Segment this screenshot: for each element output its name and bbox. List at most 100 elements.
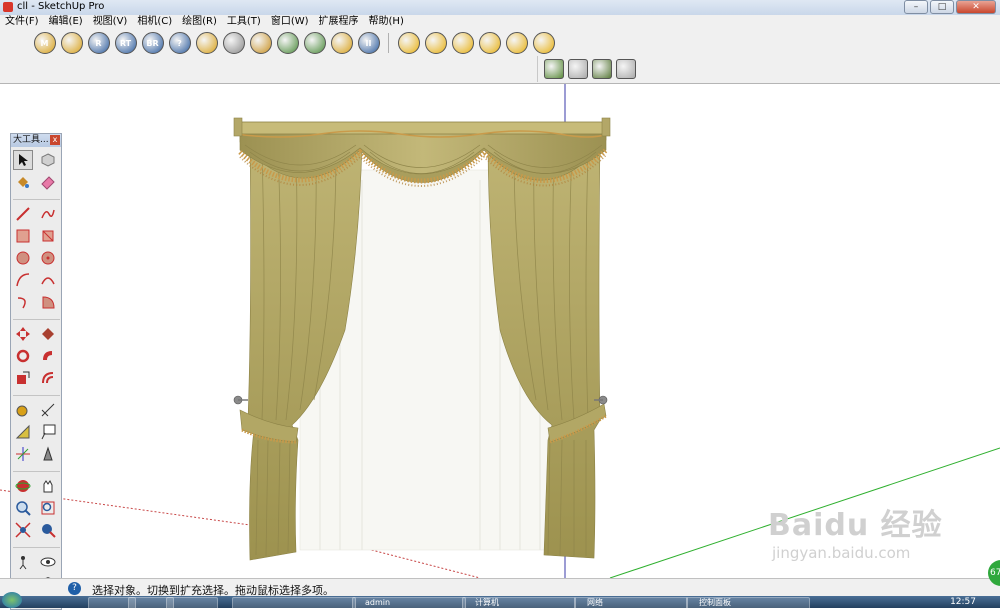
dimension-tool[interactable] bbox=[38, 400, 58, 420]
shadow-button-6[interactable] bbox=[532, 32, 555, 54]
palette-title: 大工具... bbox=[13, 135, 49, 145]
plugin-button-9[interactable] bbox=[249, 32, 272, 54]
plugin-button-3[interactable]: R bbox=[87, 32, 110, 54]
toolbar-area: M R RT BR? II bbox=[0, 29, 1000, 84]
follow-me-tool[interactable] bbox=[38, 346, 58, 366]
shadow-button-4[interactable] bbox=[478, 32, 501, 54]
previous-view-icon bbox=[42, 524, 56, 538]
taskbar-app-2[interactable] bbox=[232, 597, 356, 610]
location-toolbar bbox=[537, 56, 642, 82]
two-point-arc-tool[interactable] bbox=[38, 270, 58, 290]
shadow-button-1[interactable] bbox=[397, 32, 420, 54]
palette-title-bar[interactable]: 大工具... x bbox=[11, 134, 61, 147]
watermark-main: Baidu 经验 bbox=[768, 508, 943, 543]
location-button-4[interactable] bbox=[616, 59, 636, 79]
zoom-extents-tool[interactable] bbox=[13, 520, 33, 540]
line-tool[interactable] bbox=[13, 204, 33, 224]
location-button-3[interactable] bbox=[592, 59, 612, 79]
offset-icon bbox=[42, 372, 54, 384]
eraser-tool[interactable] bbox=[38, 172, 58, 192]
taskbar-admin[interactable]: admin bbox=[352, 597, 466, 610]
scale-tool[interactable] bbox=[13, 368, 33, 388]
plugin-button-5[interactable]: BR bbox=[141, 32, 164, 54]
zoom-window-icon bbox=[41, 501, 55, 515]
location-button-2[interactable] bbox=[568, 59, 588, 79]
plugin-button-2[interactable] bbox=[60, 32, 83, 54]
tape-measure-icon bbox=[16, 405, 28, 417]
plugin-button-4[interactable]: RT bbox=[114, 32, 137, 54]
pie-tool[interactable] bbox=[38, 292, 58, 312]
zoom-window-tool[interactable] bbox=[38, 498, 58, 518]
plugin-toolbar: M R RT BR? II bbox=[25, 30, 557, 56]
paint-bucket-tool[interactable] bbox=[13, 172, 33, 192]
look-around-tool[interactable] bbox=[38, 552, 58, 572]
protractor-tool[interactable] bbox=[13, 422, 33, 442]
palette-close-button[interactable]: x bbox=[50, 135, 60, 145]
taskbar-computer[interactable]: 计算机 bbox=[462, 597, 576, 610]
menu-draw[interactable]: 绘图(R) bbox=[177, 15, 222, 29]
curtain-model bbox=[233, 117, 611, 561]
taskbar-clock: 12:57 bbox=[950, 597, 976, 607]
three-point-arc-tool[interactable] bbox=[13, 292, 33, 312]
menu-view[interactable]: 视图(V) bbox=[88, 15, 133, 29]
taskbar-app-sketchup[interactable] bbox=[166, 597, 218, 610]
help-icon[interactable]: ? bbox=[68, 582, 81, 595]
select-tool[interactable] bbox=[13, 150, 33, 170]
freehand-tool[interactable] bbox=[38, 204, 58, 224]
close-button[interactable]: ✕ bbox=[956, 0, 996, 14]
maximize-button[interactable]: □ bbox=[930, 0, 954, 14]
plugin-button-1[interactable]: M bbox=[33, 32, 56, 54]
arc-icon bbox=[16, 273, 30, 287]
shadow-button-5[interactable] bbox=[505, 32, 528, 54]
plugin-button-12[interactable] bbox=[330, 32, 353, 54]
orbit-tool[interactable] bbox=[13, 476, 33, 496]
rotated-rectangle-tool[interactable] bbox=[38, 226, 58, 246]
menu-window[interactable]: 窗口(W) bbox=[266, 15, 314, 29]
push-pull-tool[interactable] bbox=[38, 324, 58, 344]
plugin-button-6[interactable]: ? bbox=[168, 32, 191, 54]
plugin-button-10[interactable] bbox=[276, 32, 299, 54]
menu-file[interactable]: 文件(F) bbox=[0, 15, 44, 29]
dimension-icon bbox=[41, 403, 55, 417]
move-tool[interactable] bbox=[13, 324, 33, 344]
arc-tool[interactable] bbox=[13, 270, 33, 290]
large-tool-set-palette: 大工具... x bbox=[10, 133, 62, 610]
menu-tools[interactable]: 工具(T) bbox=[222, 15, 266, 29]
menu-extensions[interactable]: 扩展程序 bbox=[314, 15, 364, 29]
menu-help[interactable]: 帮助(H) bbox=[364, 15, 409, 29]
menu-edit[interactable]: 编辑(E) bbox=[44, 15, 88, 29]
menu-camera[interactable]: 相机(C) bbox=[132, 15, 177, 29]
push-pull-icon bbox=[42, 328, 54, 340]
pan-tool[interactable] bbox=[38, 476, 58, 496]
minimize-button[interactable]: – bbox=[904, 0, 928, 14]
axes-icon bbox=[16, 447, 30, 461]
position-camera-tool[interactable] bbox=[13, 552, 33, 572]
rectangle-tool[interactable] bbox=[13, 226, 33, 246]
offset-tool[interactable] bbox=[38, 368, 58, 388]
zoom-extents-icon bbox=[15, 522, 31, 538]
zoom-tool[interactable] bbox=[13, 498, 33, 518]
location-button-1[interactable] bbox=[544, 59, 564, 79]
3d-text-tool[interactable] bbox=[38, 444, 58, 464]
shadow-button-3[interactable] bbox=[451, 32, 474, 54]
window-controls: – □ ✕ bbox=[902, 0, 996, 14]
rotate-tool[interactable] bbox=[13, 346, 33, 366]
plugin-button-8[interactable] bbox=[222, 32, 245, 54]
shadow-button-2[interactable] bbox=[424, 32, 447, 54]
plugin-button-13[interactable]: II bbox=[357, 32, 380, 54]
tool-separator bbox=[13, 542, 60, 548]
polygon-tool[interactable] bbox=[38, 248, 58, 268]
tape-measure-tool[interactable] bbox=[13, 400, 33, 420]
make-component-tool[interactable] bbox=[38, 150, 58, 170]
taskbar-control-panel[interactable]: 控制面板 bbox=[686, 597, 810, 610]
text-tool[interactable] bbox=[38, 422, 58, 442]
taskbar-network[interactable]: 网络 bbox=[574, 597, 688, 610]
circle-tool[interactable] bbox=[13, 248, 33, 268]
previous-view-tool[interactable] bbox=[38, 520, 58, 540]
circle-icon bbox=[16, 251, 30, 265]
start-button-icon[interactable] bbox=[2, 592, 22, 608]
axes-tool[interactable] bbox=[13, 444, 33, 464]
tool-separator bbox=[13, 194, 60, 200]
plugin-button-11[interactable] bbox=[303, 32, 326, 54]
plugin-button-7[interactable] bbox=[195, 32, 218, 54]
